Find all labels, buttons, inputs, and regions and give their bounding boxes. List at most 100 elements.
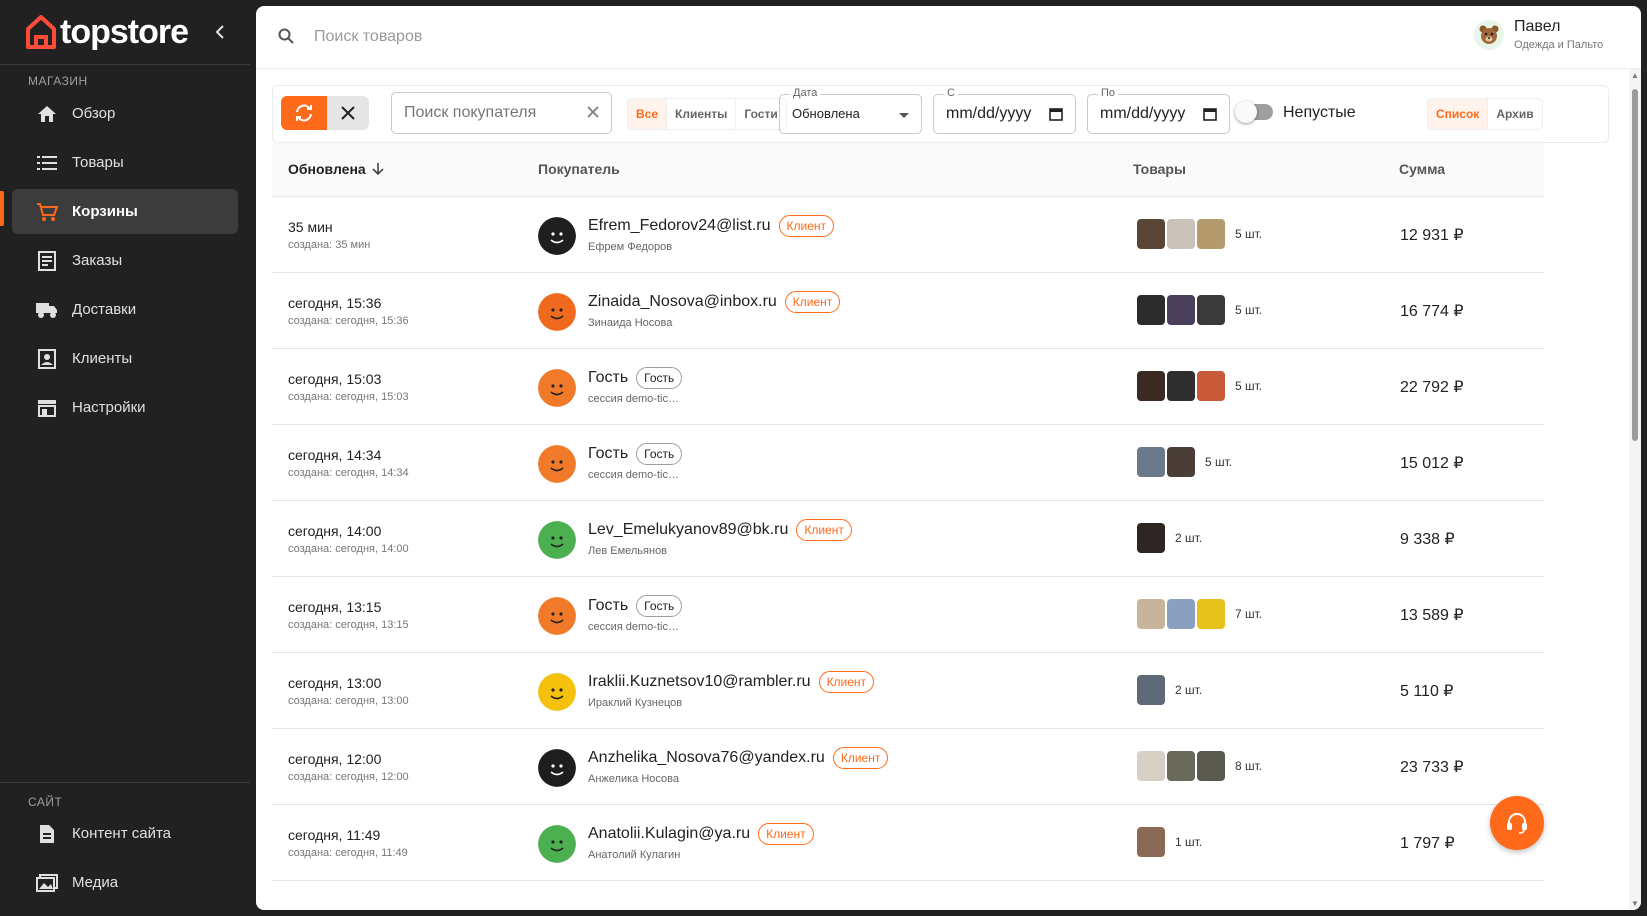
main-panel: Павел Одежда и Пальто Все Клиенты Гости … [256, 6, 1641, 910]
created-time: создана: сегодня, 12:00 [288, 771, 409, 783]
smiley-avatar-icon [538, 825, 576, 863]
goods-cell: 7 шт. [1135, 597, 1262, 631]
cart-sum: 22 792 ₽ [1400, 379, 1464, 396]
table-row[interactable]: сегодня, 12:00 создана: сегодня, 12:00 Anz… [272, 729, 1544, 805]
goods-cell: 5 шт. [1135, 217, 1262, 251]
buyer-search-input[interactable] [404, 102, 574, 124]
cart-sum: 12 931 ₽ [1400, 227, 1464, 244]
updated-time: 35 мин [288, 219, 333, 235]
images-icon [36, 872, 58, 894]
filter-all[interactable]: Все [628, 99, 668, 129]
scroll-down-icon[interactable]: ▼ [1631, 899, 1639, 908]
reset-filters-button[interactable] [327, 96, 369, 130]
sidebar-item-overview[interactable]: Обзор [12, 91, 238, 136]
product-thumbnail [1135, 673, 1167, 707]
filter-clients[interactable]: Клиенты [667, 99, 737, 129]
goods-count: 8 шт. [1235, 759, 1263, 773]
buyer-main: Efrem_Fedorov24@list.ru Клиент [588, 215, 835, 237]
column-buyer[interactable]: Покупатель [538, 161, 620, 177]
sidebar-item-label: Медиа [72, 874, 119, 891]
product-search-input[interactable] [314, 24, 714, 50]
buyer-title[interactable]: Lev_Emelukyanov89@bk.ru [588, 521, 788, 539]
buyer-title[interactable]: Гость [588, 369, 628, 387]
cart-sum: 16 774 ₽ [1400, 303, 1464, 320]
date-from-input[interactable]: С mm/dd/yyyy [933, 87, 1076, 134]
date-to-input[interactable]: По mm/dd/yyyy [1087, 87, 1230, 134]
user-store: Одежда и Пальто [1514, 39, 1604, 51]
column-updated-label: Обновлена [288, 161, 366, 177]
buyer-main: Гость Гость [588, 595, 683, 617]
column-goods[interactable]: Товары [1133, 161, 1186, 177]
product-thumbnail [1165, 445, 1197, 479]
scrollbar-thumb[interactable] [1632, 89, 1638, 441]
buyer-cell: Zinaida_Nosova@inbox.ru Клиент Зинаида Нос… [538, 291, 1098, 331]
cart-sum: 15 012 ₽ [1400, 455, 1464, 472]
nonempty-toggle[interactable] [1235, 101, 1273, 123]
sidebar-item-clients[interactable]: Клиенты [12, 336, 238, 381]
scroll-up-icon[interactable]: ▲ [1631, 71, 1639, 80]
product-thumbnail [1165, 597, 1197, 631]
smiley-avatar-icon [538, 749, 576, 787]
table-row[interactable]: сегодня, 15:36 создана: сегодня, 15:36 Zin… [272, 273, 1544, 349]
buyer-subtitle: сессия demo-tic… [588, 393, 679, 405]
sidebar-item-orders[interactable]: Заказы [12, 238, 238, 283]
collapse-sidebar-button[interactable] [208, 20, 232, 44]
column-updated[interactable]: Обновлена [288, 161, 384, 177]
buyer-title[interactable]: Anzhelika_Nosova76@yandex.ru [588, 749, 825, 767]
goods-count: 7 шт. [1235, 607, 1263, 621]
table-row[interactable]: сегодня, 15:03 создана: сегодня, 15:03 Гос… [272, 349, 1544, 425]
buyer-subtitle: сессия demo-tic… [588, 621, 679, 633]
sidebar-item-products[interactable]: Товары [12, 140, 238, 185]
goods-cell: 2 шт. [1135, 521, 1202, 555]
buyer-title[interactable]: Zinaida_Nosova@inbox.ru [588, 293, 777, 311]
calendar-icon[interactable] [1203, 107, 1217, 126]
goods-count: 2 шт. [1175, 683, 1203, 697]
user-menu[interactable]: Павел Одежда и Пальто [1474, 18, 1603, 51]
document-icon [36, 823, 58, 845]
table-row[interactable]: сегодня, 13:15 создана: сегодня, 13:15 Гос… [272, 577, 1544, 653]
product-thumbnail [1135, 749, 1167, 783]
clear-search-icon[interactable] [587, 105, 599, 123]
product-thumbnail [1195, 597, 1227, 631]
view-archive[interactable]: Архив [1488, 99, 1541, 129]
table-row[interactable]: сегодня, 11:49 создана: сегодня, 11:49 Ana… [272, 805, 1544, 881]
product-thumbnail [1135, 597, 1167, 631]
product-thumbnail [1135, 521, 1167, 555]
sidebar-item-site-content[interactable]: Контент сайта [12, 811, 238, 856]
buyer-cell: Efrem_Fedorov24@list.ru Клиент Ефрем Федор… [538, 215, 1098, 255]
column-sum[interactable]: Сумма [1399, 161, 1445, 177]
cart-dates: сегодня, 15:36 создана: сегодня, 15:36 [288, 295, 409, 327]
vertical-scrollbar[interactable]: ▲ ▼ [1629, 69, 1641, 910]
support-chat-button[interactable] [1490, 796, 1544, 850]
sidebar-item-deliveries[interactable]: Доставки [12, 287, 238, 332]
logo[interactable]: topstore [26, 12, 189, 52]
updated-time: сегодня, 13:00 [288, 675, 382, 691]
buyer-cell: Гость Гость сессия demo-tic… [538, 367, 1098, 407]
buyer-title[interactable]: Гость [588, 597, 628, 615]
date-field-select[interactable]: Дата Обновлена [779, 87, 922, 134]
buyer-title[interactable]: Iraklii.Kuznetsov10@rambler.ru [588, 673, 811, 691]
refresh-button[interactable] [281, 96, 327, 130]
buyer-main: Anatolii.Kulagin@ya.ru Клиент [588, 823, 814, 845]
table-row[interactable]: сегодня, 13:00 создана: сегодня, 13:00 Ira… [272, 653, 1544, 729]
buyer-title[interactable]: Гость [588, 445, 628, 463]
table-row[interactable]: сегодня, 14:34 создана: сегодня, 14:34 Гос… [272, 425, 1544, 501]
top-bar: Павел Одежда и Пальто [256, 6, 1641, 69]
view-list[interactable]: Список [1428, 99, 1489, 129]
buyer-title[interactable]: Anatolii.Kulagin@ya.ru [588, 825, 750, 843]
orders-icon [36, 250, 58, 272]
sidebar-item-label: Настройки [72, 399, 146, 416]
truck-icon [36, 299, 58, 321]
sidebar-item-settings[interactable]: Настройки [12, 385, 238, 430]
updated-time: сегодня, 11:49 [288, 827, 381, 843]
sidebar-item-media[interactable]: Медиа [12, 860, 238, 905]
created-time: создана: сегодня, 13:00 [288, 695, 409, 707]
buyer-type-badge: Клиент [796, 519, 852, 541]
sidebar-item-carts[interactable]: Корзины [12, 189, 238, 234]
cart-dates: сегодня, 13:00 создана: сегодня, 13:00 [288, 675, 409, 707]
buyer-title[interactable]: Efrem_Fedorov24@list.ru [588, 217, 771, 235]
goods-count: 2 шт. [1175, 531, 1203, 545]
table-row[interactable]: сегодня, 14:00 создана: сегодня, 14:00 Lev… [272, 501, 1544, 577]
calendar-icon[interactable] [1049, 107, 1063, 126]
table-row[interactable]: 35 мин создана: 35 мин Efrem_Fedorov24@lis… [272, 197, 1544, 273]
